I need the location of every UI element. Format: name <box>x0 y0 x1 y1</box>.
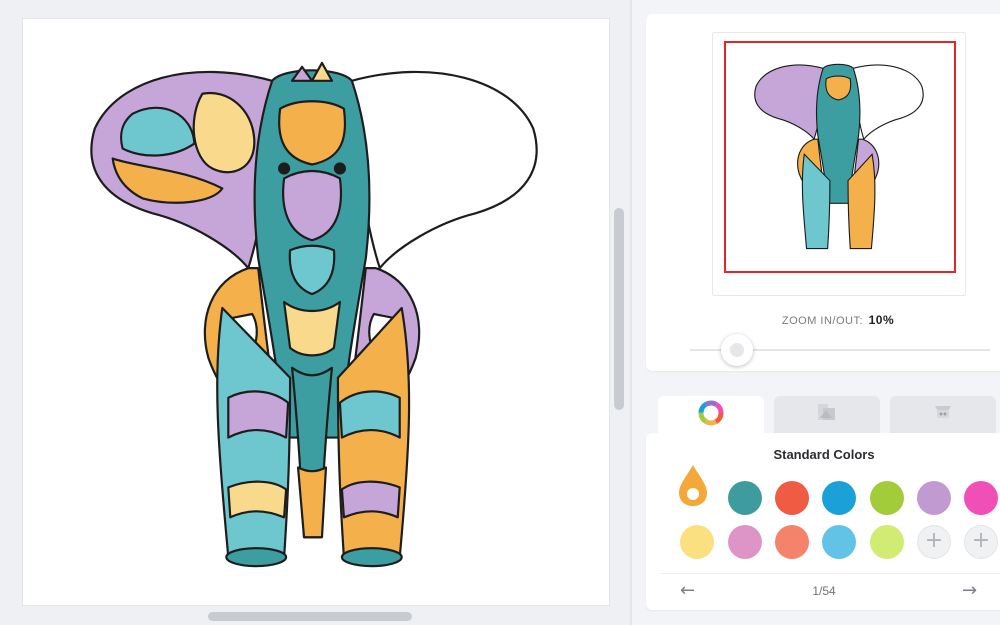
add-color-button[interactable]: + <box>917 525 951 559</box>
tab-colors[interactable] <box>658 396 764 438</box>
palette-card: Standard Colors + + ← 1/54 → <box>646 433 1000 610</box>
color-swatch-sky[interactable] <box>822 525 856 559</box>
layers-icon <box>814 398 840 429</box>
add-color-button[interactable]: + <box>964 525 998 559</box>
zoom-label-text: ZOOM IN/OUT: <box>781 315 864 327</box>
color-swatch-green[interactable] <box>870 481 904 515</box>
vertical-scrollbar[interactable] <box>614 208 624 410</box>
tab-tools[interactable] <box>890 396 996 434</box>
pager-divider <box>660 573 1000 574</box>
next-page-arrow-icon[interactable]: → <box>962 580 977 601</box>
zoom-label: ZOOM IN/OUT: 10% <box>646 313 1000 327</box>
zoom-slider-handle[interactable] <box>721 334 753 366</box>
navigator-thumbnail[interactable] <box>712 32 966 296</box>
color-swatch-red[interactable] <box>775 481 809 515</box>
viewport-indicator[interactable] <box>724 41 956 273</box>
tab-layers[interactable] <box>774 396 880 434</box>
color-swatch-light-pink[interactable] <box>728 525 762 559</box>
color-swatch-pink[interactable] <box>964 481 998 515</box>
plus-icon: + <box>971 528 991 553</box>
canvas-area <box>0 0 632 625</box>
color-swatch-purple[interactable] <box>917 481 951 515</box>
color-swatch-lime[interactable] <box>870 525 904 559</box>
preview-card: ZOOM IN/OUT: 10% <box>646 14 1000 371</box>
tools-icon <box>930 398 956 429</box>
horizontal-scrollbar[interactable] <box>208 612 412 621</box>
color-swatch-blue[interactable] <box>822 481 856 515</box>
zoom-value: 10% <box>868 313 895 327</box>
plus-icon: + <box>924 528 944 553</box>
color-wheel-icon <box>698 400 724 431</box>
color-swatch-salmon[interactable] <box>775 525 809 559</box>
sidebar: ZOOM IN/OUT: 10% Standard Colors + + ← 1… <box>632 0 1000 625</box>
coloring-canvas[interactable] <box>22 18 610 606</box>
palette-title: Standard Colors <box>773 447 875 462</box>
page-indicator: 1/54 <box>812 584 836 598</box>
selected-color-drop[interactable] <box>676 463 710 512</box>
color-swatch-light-yellow[interactable] <box>680 525 714 559</box>
elephant-artwork[interactable] <box>23 19 609 605</box>
color-swatch-teal[interactable] <box>728 481 762 515</box>
